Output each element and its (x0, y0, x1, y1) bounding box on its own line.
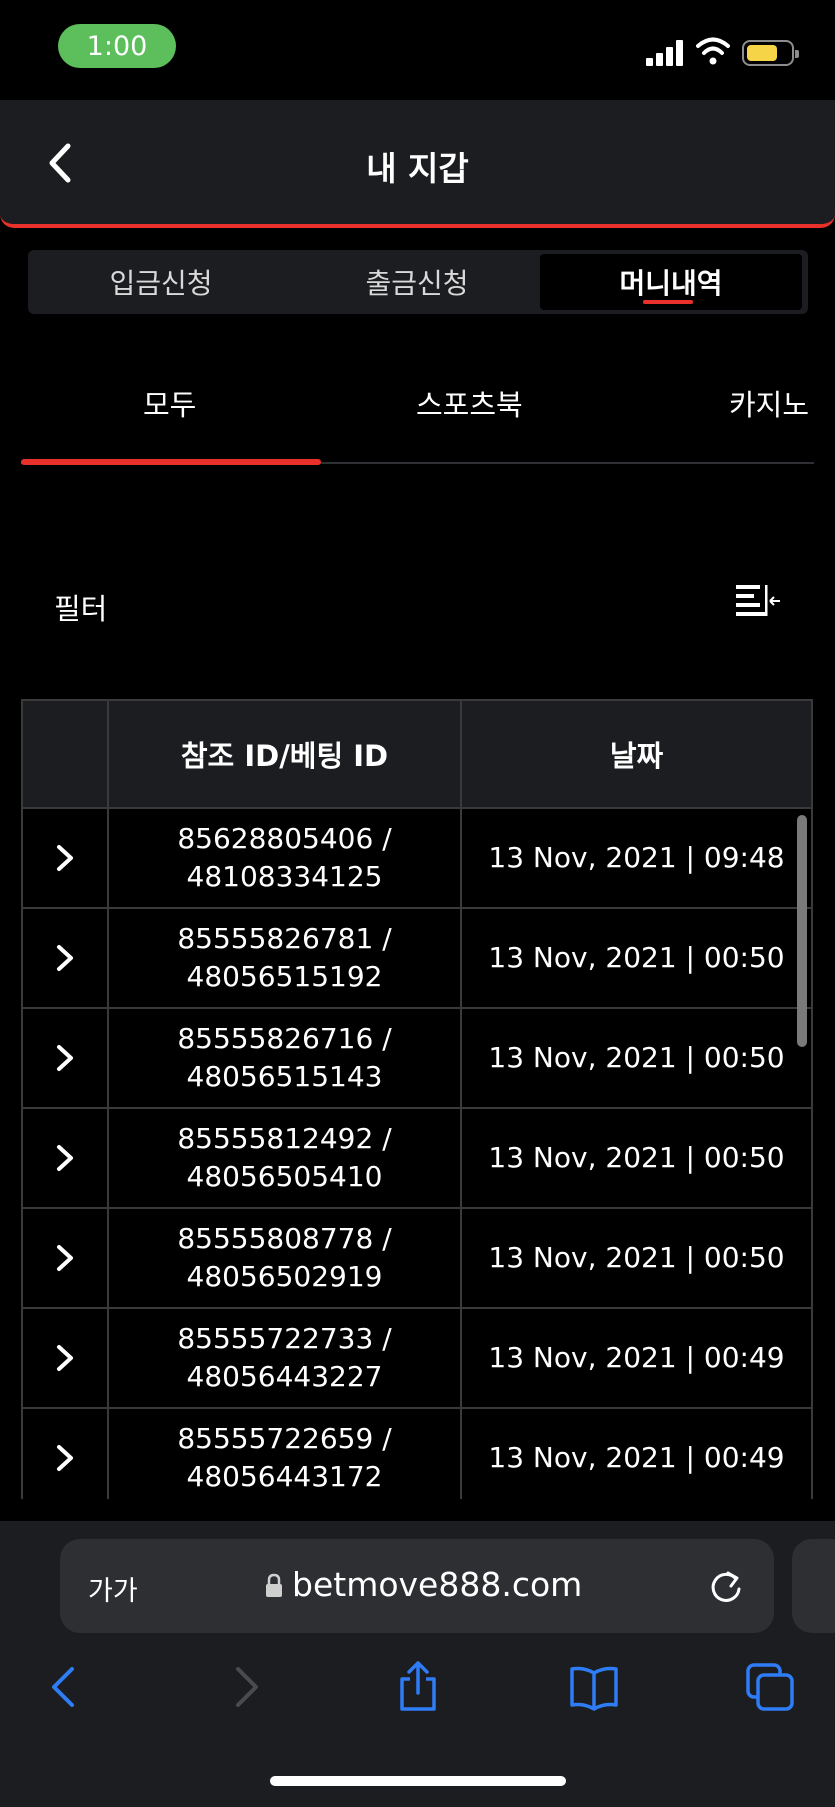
row-expand-button[interactable] (23, 1109, 109, 1207)
ref-bet-id-cell: 85555808778 / 48056502919 (109, 1209, 462, 1307)
tabs-icon[interactable] (744, 1661, 796, 1713)
subtab-casino[interactable]: 카지노 (729, 382, 809, 424)
browser-back-icon[interactable] (40, 1661, 92, 1713)
next-tab-preview[interactable] (792, 1539, 835, 1633)
chevron-right-icon (57, 1145, 73, 1171)
header-ref-bet-id: 참조 ID/베팅 ID (109, 701, 462, 807)
filter-sort-icon[interactable] (734, 582, 782, 622)
chevron-right-icon (57, 1445, 73, 1471)
table-row[interactable]: 85555722733 / 48056443227 13 Nov, 2021 | 0… (23, 1309, 811, 1409)
status-time: 1:00 (58, 24, 176, 68)
table-body: 85628805406 / 48108334125 13 Nov, 2021 | 0… (23, 809, 811, 1499)
chevron-right-icon (57, 1045, 73, 1071)
ref-id: 85555826781 / (177, 922, 392, 955)
date-cell: 13 Nov, 2021 | 00:50 (488, 1241, 785, 1274)
browser-forward-icon[interactable] (218, 1661, 270, 1713)
wallet-segment-control: 입금신청 출금신청 머니내역 (28, 250, 808, 314)
ref-id: 85628805406 / (177, 822, 392, 855)
app-header: 내 지갑 (0, 100, 835, 228)
tab-money-history[interactable]: 머니내역 (540, 254, 802, 310)
lock-icon (266, 1573, 282, 1597)
bet-id: 48056443227 (186, 1360, 383, 1393)
address-bar[interactable]: 가가 betmove888.com (60, 1539, 774, 1633)
table-row[interactable]: 85628805406 / 48108334125 13 Nov, 2021 | 0… (23, 809, 811, 909)
date-cell: 13 Nov, 2021 | 00:50 (488, 1141, 785, 1174)
cellular-signal-icon (646, 40, 686, 66)
tab-deposit-request[interactable]: 입금신청 (34, 254, 288, 310)
battery-icon (742, 40, 799, 66)
chevron-right-icon (57, 1245, 73, 1271)
row-expand-button[interactable] (23, 1209, 109, 1307)
row-expand-button[interactable] (23, 809, 109, 907)
ref-bet-id-cell: 85555722733 / 48056443227 (109, 1309, 462, 1407)
bookmarks-icon[interactable] (568, 1661, 620, 1713)
bet-id: 48056505410 (186, 1160, 383, 1193)
row-expand-button[interactable] (23, 1009, 109, 1107)
table-row[interactable]: 85555826781 / 48056515192 13 Nov, 2021 | 0… (23, 909, 811, 1009)
date-cell: 13 Nov, 2021 | 09:48 (488, 841, 785, 874)
header-date: 날짜 (609, 739, 664, 773)
ref-id: 85555722659 / (177, 1422, 392, 1455)
ref-bet-id-cell: 85555812492 / 48056505410 (109, 1109, 462, 1207)
bet-id: 48056515192 (186, 960, 383, 993)
ref-id: 85555826716 / (177, 1022, 392, 1055)
url-text: betmove888.com (292, 1565, 583, 1604)
table-row[interactable]: 85555812492 / 48056505410 13 Nov, 2021 | 0… (23, 1109, 811, 1209)
table-row[interactable]: 85555808778 / 48056502919 13 Nov, 2021 | 0… (23, 1209, 811, 1309)
table-row[interactable]: 85555722659 / 48056443172 13 Nov, 2021 | 0… (23, 1409, 811, 1499)
ref-id: 85555722733 / (177, 1322, 392, 1355)
filter-label: 필터 (54, 592, 108, 626)
table-header: 참조 ID/베팅 ID 날짜 (23, 701, 811, 809)
header-expand (23, 701, 109, 807)
chevron-right-icon (57, 845, 73, 871)
transaction-table: 참조 ID/베팅 ID 날짜 85628805406 / 48108334125 1… (21, 699, 813, 1499)
bet-id: 48056502919 (186, 1260, 383, 1293)
reader-text-size-button[interactable]: 가가 (88, 1569, 138, 1608)
bet-id: 48056443172 (186, 1460, 383, 1493)
ref-bet-id-cell: 85555826781 / 48056515192 (109, 909, 462, 1007)
date-cell: 13 Nov, 2021 | 00:50 (488, 1041, 785, 1074)
history-subtabs: 모두 스포츠북 카지노 (21, 360, 814, 465)
ref-id: 85555812492 / (177, 1122, 392, 1155)
ref-id: 85555808778 / (177, 1222, 392, 1255)
table-row[interactable]: 85555826716 / 48056515143 13 Nov, 2021 | 0… (23, 1009, 811, 1109)
ref-bet-id-cell: 85555722659 / 48056443172 (109, 1409, 462, 1499)
row-expand-button[interactable] (23, 1409, 109, 1499)
date-cell: 13 Nov, 2021 | 00:50 (488, 941, 785, 974)
table-scrollbar[interactable] (797, 815, 807, 1047)
page-title: 내 지갑 (366, 149, 469, 188)
subtab-active-indicator (21, 459, 321, 465)
status-bar: 1:00 (0, 0, 835, 100)
bet-id: 48056515143 (186, 1060, 383, 1093)
row-expand-button[interactable] (23, 909, 109, 1007)
subtab-sportsbook[interactable]: 스포츠북 (416, 382, 523, 424)
ref-bet-id-cell: 85555826716 / 48056515143 (109, 1009, 462, 1107)
active-tab-underline (643, 300, 693, 304)
row-expand-button[interactable] (23, 1309, 109, 1407)
tab-money-history-label: 머니내역 (619, 267, 723, 300)
chevron-right-icon (57, 1345, 73, 1371)
reload-icon[interactable] (708, 1567, 744, 1605)
bet-id: 48108334125 (186, 860, 383, 893)
ref-bet-id-cell: 85628805406 / 48108334125 (109, 809, 462, 907)
chevron-right-icon (57, 945, 73, 971)
wifi-icon (696, 37, 730, 65)
browser-toolbar: 가가 betmove888.com (0, 1521, 835, 1807)
home-indicator (270, 1776, 566, 1786)
date-cell: 13 Nov, 2021 | 00:49 (488, 1341, 785, 1374)
tab-withdraw-request[interactable]: 출금신청 (290, 254, 544, 310)
share-icon[interactable] (392, 1661, 444, 1713)
subtab-all[interactable]: 모두 (143, 382, 196, 424)
date-cell: 13 Nov, 2021 | 00:49 (488, 1441, 785, 1474)
